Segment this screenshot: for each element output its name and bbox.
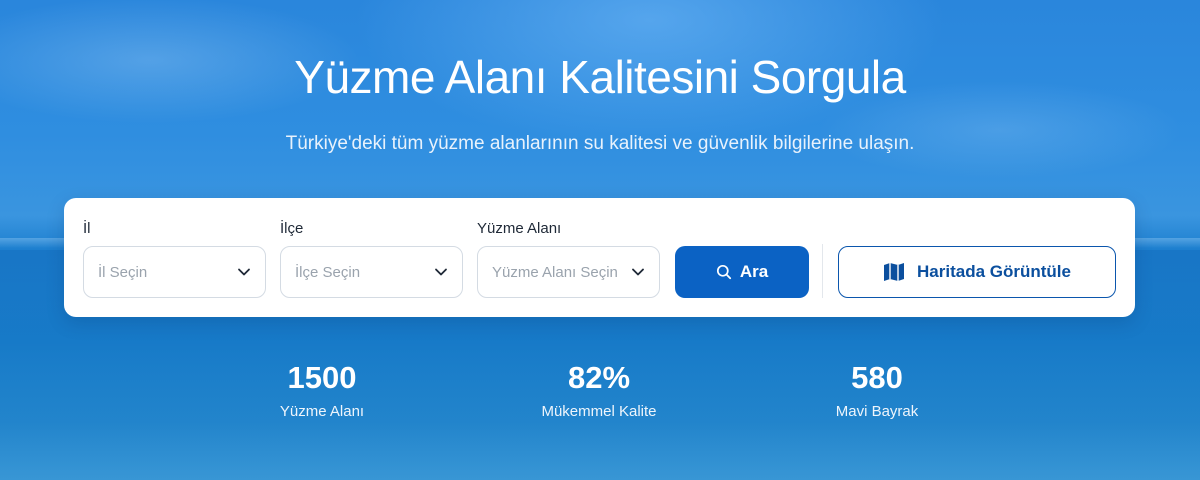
stat-excellent-quality: 82% Mükemmel Kalite (499, 360, 699, 420)
stat-value: 82% (567, 360, 631, 395)
search-button[interactable]: Ara (675, 246, 809, 298)
swimming-area-field: Yüzme Alanı Yüzme Alanı Seçin (477, 220, 660, 298)
chevron-down-icon (435, 268, 447, 276)
chevron-down-icon (632, 268, 644, 276)
stat-blue-flag: 580 Mavi Bayrak (777, 360, 977, 420)
stat-label: Yüzme Alanı (279, 403, 365, 420)
province-placeholder: İl Seçin (98, 263, 148, 281)
province-select[interactable]: İl Seçin (83, 246, 266, 298)
map-icon (884, 263, 905, 281)
map-view-button[interactable]: Haritada Görüntüle (838, 246, 1116, 298)
stat-value: 1500 (287, 360, 357, 395)
page-title: Yüzme Alanı Kalitesini Sorgula (294, 51, 906, 103)
swimming-area-label: Yüzme Alanı (477, 220, 562, 237)
map-view-button-label: Haritada Görüntüle (917, 262, 1071, 281)
stat-value: 580 (851, 360, 903, 395)
stat-label: Mavi Bayrak (835, 403, 919, 420)
province-field: İl İl Seçin (83, 220, 266, 298)
province-label: İl (83, 220, 91, 237)
stat-label: Mükemmel Kalite (541, 403, 657, 420)
district-placeholder: İlçe Seçin (295, 263, 361, 281)
divider (822, 244, 823, 298)
stat-swimming-areas: 1500 Yüzme Alanı (222, 360, 422, 420)
chevron-down-icon (238, 268, 250, 276)
page-subtitle: Türkiye'deki tüm yüzme alanlarının su ka… (285, 133, 915, 154)
swimming-area-select[interactable]: Yüzme Alanı Seçin (477, 246, 660, 298)
district-field: İlçe İlçe Seçin (280, 220, 463, 298)
search-button-label: Ara (739, 262, 769, 281)
search-card: İl İl Seçin İlçe İlçe Seçin Yüzme Alanı … (64, 198, 1135, 317)
district-select[interactable]: İlçe Seçin (280, 246, 463, 298)
district-label: İlçe (280, 220, 304, 237)
swimming-area-placeholder: Yüzme Alanı Seçin (492, 263, 618, 281)
search-icon (716, 264, 731, 280)
